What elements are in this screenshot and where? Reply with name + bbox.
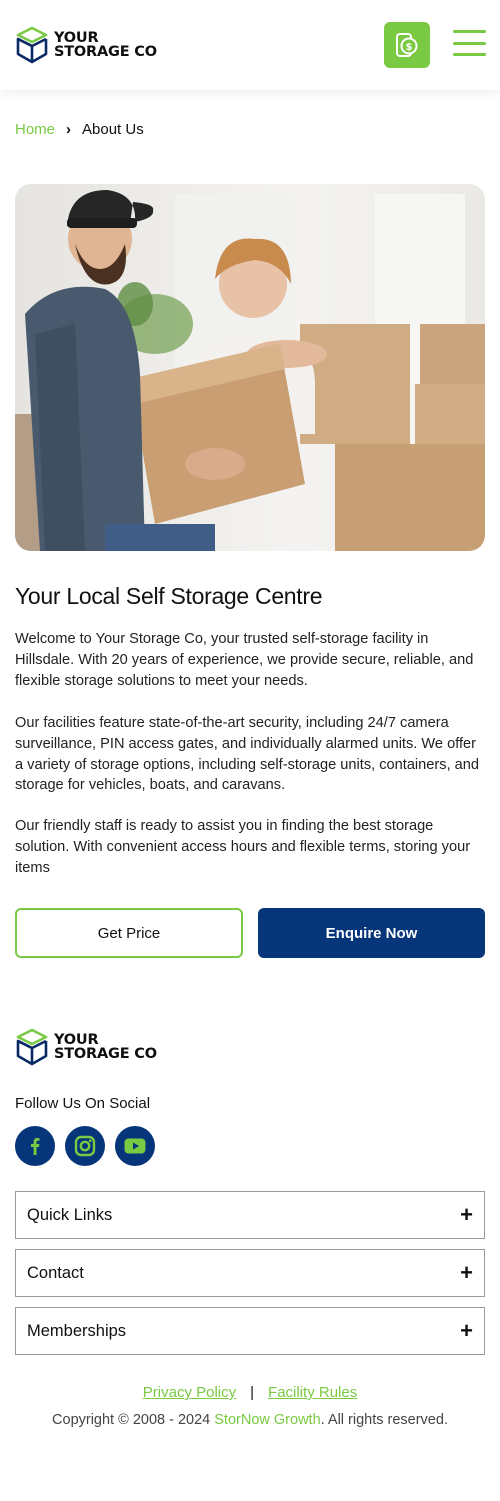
chevron-right-icon: › <box>66 121 72 138</box>
facebook-icon[interactable] <box>15 1126 55 1166</box>
logo-line-1: YOUR <box>54 1032 99 1048</box>
breadcrumb-current: About Us <box>82 121 144 138</box>
staff-paragraph: Our friendly staff is ready to assist yo… <box>15 818 471 876</box>
site-logo[interactable]: YOUR STORAGE CO <box>15 26 157 64</box>
page-title: Your Local Self Storage Centre <box>15 583 323 609</box>
accordion-label: Contact <box>27 1263 84 1282</box>
youtube-icon[interactable] <box>115 1126 155 1166</box>
link-divider: | <box>250 1384 255 1401</box>
accordion-label: Quick Links <box>27 1205 113 1224</box>
accordion-contact[interactable]: Contact + <box>15 1249 485 1297</box>
plus-icon: + <box>460 1318 473 1343</box>
privacy-policy-link[interactable]: Privacy Policy <box>143 1384 236 1401</box>
site-header: YOUR STORAGE CO $ <box>0 0 500 90</box>
facilities-paragraph: Our facilities feature state-of-the-art … <box>15 715 480 794</box>
plus-icon: + <box>460 1260 473 1285</box>
price-tag-icon: $ <box>396 33 418 57</box>
svg-text:$: $ <box>406 42 413 53</box>
legal-links: Privacy Policy | Facility Rules <box>0 1384 500 1401</box>
copyright-prefix: Copyright © 2008 - 2024 <box>52 1412 215 1428</box>
stornow-growth-link[interactable]: StorNow Growth <box>214 1412 320 1428</box>
breadcrumb-home-link[interactable]: Home <box>15 121 55 138</box>
copyright-suffix: . All rights reserved. <box>320 1412 448 1428</box>
logo-line-2: STORAGE CO <box>54 1046 157 1062</box>
get-price-button[interactable]: Get Price <box>15 908 243 958</box>
logo-wordmark: YOUR STORAGE CO <box>54 1032 157 1062</box>
enquire-now-button[interactable]: Enquire Now <box>258 908 485 958</box>
follow-heading: Follow Us On Social <box>15 1095 151 1112</box>
intro-paragraph: Welcome to Your Storage Co, your trusted… <box>15 631 474 689</box>
price-calculator-button[interactable]: $ <box>384 22 430 68</box>
box-logo-icon <box>16 1028 48 1066</box>
copyright-text: Copyright © 2008 - 2024 StorNow Growth. … <box>0 1412 500 1428</box>
plus-icon: + <box>460 1202 473 1227</box>
logo-wordmark: YOUR STORAGE CO <box>54 30 157 60</box>
breadcrumb: Home › About Us <box>15 121 144 138</box>
logo-line-2: STORAGE CO <box>54 44 157 60</box>
accordion-label: Memberships <box>27 1321 127 1340</box>
footer-logo[interactable]: YOUR STORAGE CO <box>15 1028 157 1066</box>
facility-rules-link[interactable]: Facility Rules <box>268 1384 357 1401</box>
logo-line-1: YOUR <box>54 30 99 46</box>
accordion-quick-links[interactable]: Quick Links + <box>15 1191 485 1239</box>
accordion-memberships[interactable]: Memberships + <box>15 1307 485 1355</box>
hamburger-menu-icon[interactable] <box>453 30 486 60</box>
box-logo-icon <box>16 26 48 64</box>
instagram-icon[interactable] <box>65 1126 105 1166</box>
hero-image-couple-with-boxes <box>15 184 485 551</box>
